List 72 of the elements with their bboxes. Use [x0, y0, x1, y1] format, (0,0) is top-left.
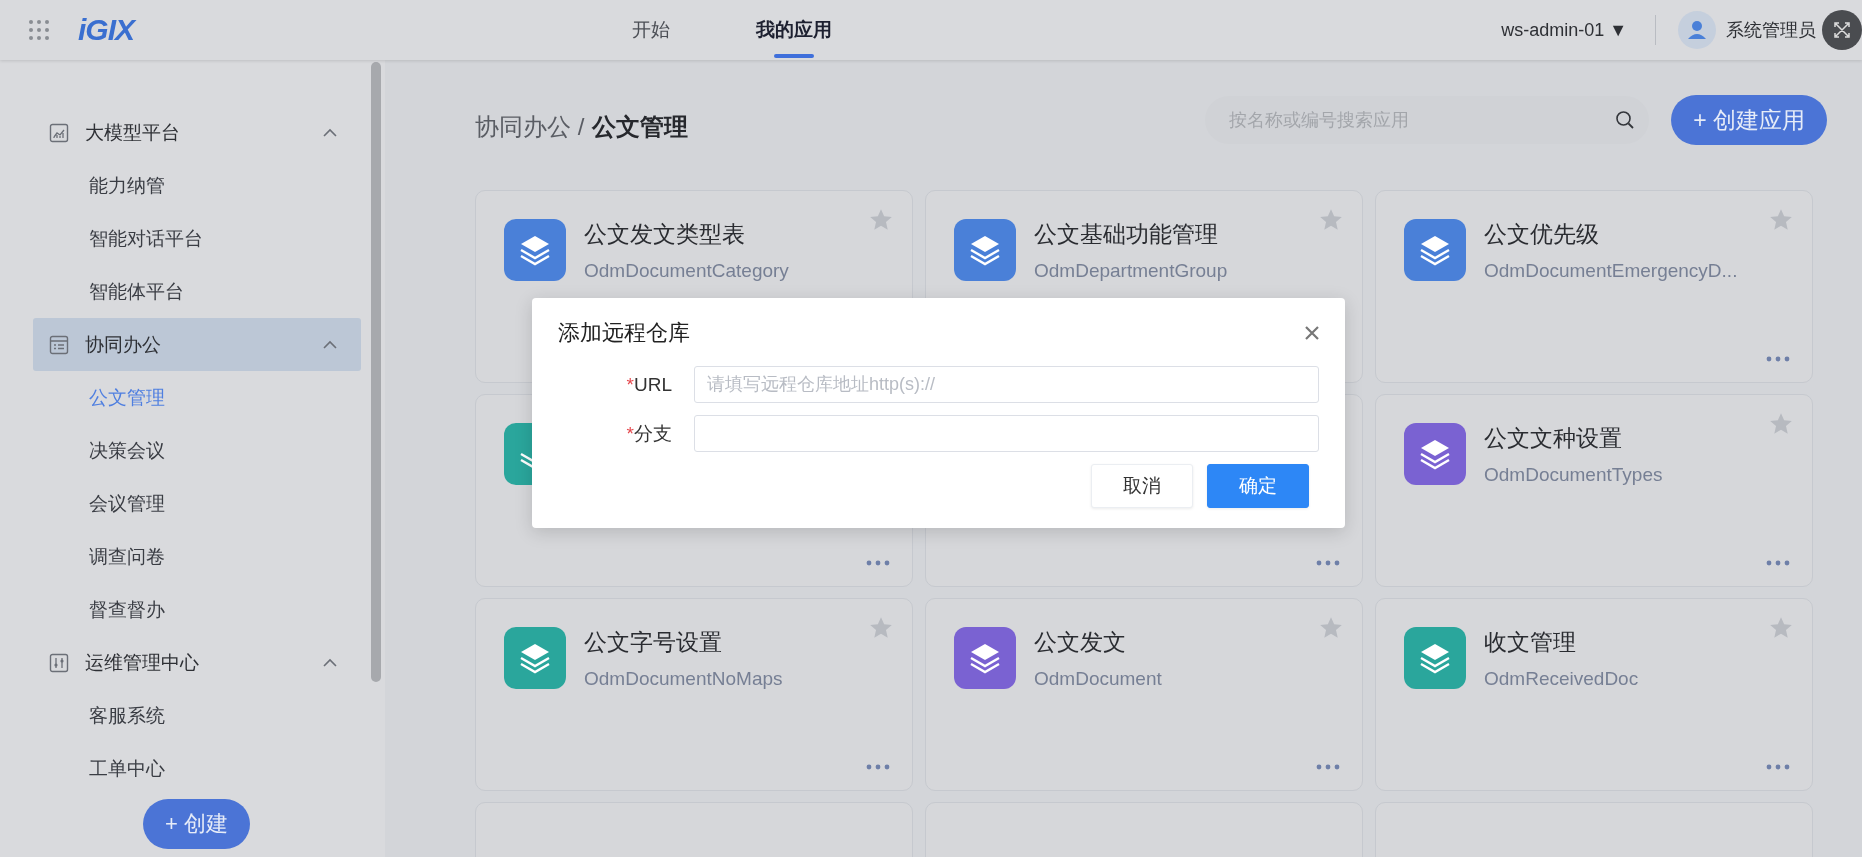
more-icon[interactable]	[1766, 356, 1790, 362]
confirm-button[interactable]: 确定	[1207, 464, 1309, 508]
expand-icon[interactable]	[1822, 10, 1862, 50]
menu-item[interactable]: 智能体平台	[33, 265, 361, 318]
app-card[interactable]: 公文文种设置 OdmDocumentTypes	[1375, 394, 1813, 587]
input-field[interactable]	[694, 415, 1319, 452]
star-icon[interactable]	[1318, 615, 1344, 641]
app-card[interactable]: 收文管理 OdmReceivedDoc	[1375, 598, 1813, 791]
star-icon[interactable]	[868, 615, 894, 641]
menu-item[interactable]: 调查问卷	[33, 530, 361, 583]
menu-item[interactable]: 督查督办	[33, 583, 361, 636]
menu-item[interactable]: 工单中心	[33, 742, 361, 795]
app-title: 公文字号设置	[584, 628, 723, 657]
breadcrumb-parent[interactable]: 协同办公 /	[475, 111, 585, 143]
create-button[interactable]: + 创建	[143, 799, 250, 849]
sliders-icon	[49, 652, 69, 673]
chart-icon	[49, 122, 69, 143]
breadcrumb-current: 公文管理	[592, 112, 689, 142]
app-code: OdmDocumentCategory	[584, 260, 790, 282]
menu-item[interactable]: 智能对话平台	[33, 212, 361, 265]
list-icon	[49, 334, 69, 355]
create-app-button[interactable]: + 创建应用	[1671, 95, 1827, 145]
chevron-icon	[323, 658, 337, 667]
nav-tab[interactable]: 开始	[624, 0, 678, 60]
more-icon[interactable]	[1766, 764, 1790, 770]
app-code: OdmDocumentTypes	[1484, 464, 1664, 486]
app-code: OdmDepartmentGroup	[1034, 260, 1229, 282]
app-title: 公文文种设置	[1484, 424, 1623, 453]
more-icon[interactable]	[1766, 560, 1790, 566]
menu-group[interactable]: 运维管理中心	[33, 636, 361, 689]
app-card[interactable]: 公文字号设置 OdmDocumentNoMaps	[475, 598, 913, 791]
app-code: OdmDocument	[1034, 668, 1163, 690]
menu-item[interactable]: 会议管理	[33, 477, 361, 530]
menu-item[interactable]: 决策会议	[33, 424, 361, 477]
field-label: *分支	[625, 421, 672, 446]
menu-item[interactable]: 能力纳管	[33, 159, 361, 212]
star-icon[interactable]	[1318, 207, 1344, 233]
cancel-button[interactable]: 取消	[1091, 464, 1193, 508]
scrollbar[interactable]	[371, 62, 381, 682]
app-card[interactable]: 公文优先级 OdmDocumentEmergencyD...	[1375, 190, 1813, 383]
more-icon[interactable]	[866, 560, 890, 566]
star-icon[interactable]	[1768, 207, 1794, 233]
app-code: OdmDocumentEmergencyD...	[1484, 260, 1739, 282]
app-title: 公文基础功能管理	[1034, 220, 1219, 249]
star-icon[interactable]	[1768, 411, 1794, 437]
app-code: OdmReceivedDoc	[1484, 668, 1640, 690]
app-title: 收文管理	[1484, 628, 1577, 657]
search-icon[interactable]	[1615, 110, 1636, 130]
app-title: 公文优先级	[1484, 220, 1600, 249]
app-card[interactable]: 公文发文 OdmDocument	[925, 598, 1363, 791]
user-name[interactable]: 系统管理员	[1726, 18, 1816, 42]
chevron-icon	[323, 340, 337, 349]
nav-tab[interactable]: 我的应用	[748, 0, 840, 60]
menu-group[interactable]: 协同办公	[33, 318, 361, 371]
avatar-icon[interactable]	[1678, 11, 1716, 49]
star-icon[interactable]	[1768, 615, 1794, 641]
close-icon[interactable]	[1305, 326, 1319, 340]
app-grid-icon[interactable]	[28, 19, 50, 41]
app-code: OdmDocumentNoMaps	[584, 668, 784, 690]
chevron-icon	[323, 128, 337, 137]
more-icon[interactable]	[866, 764, 890, 770]
app-title: 公文发文类型表	[584, 220, 746, 249]
more-icon[interactable]	[1316, 764, 1340, 770]
more-icon[interactable]	[1316, 560, 1340, 566]
logo: iGIX	[78, 13, 134, 47]
star-icon[interactable]	[868, 207, 894, 233]
workspace-dropdown[interactable]: ws-admin-01 ▼	[1495, 18, 1633, 42]
menu-group[interactable]: 大模型平台	[33, 106, 361, 159]
dialog-title: 添加远程仓库	[558, 319, 690, 347]
menu-item[interactable]: 客服系统	[33, 689, 361, 742]
input-field[interactable]: 请填写远程仓库地址http(s)://	[694, 366, 1319, 403]
app-title: 公文发文	[1034, 628, 1127, 657]
